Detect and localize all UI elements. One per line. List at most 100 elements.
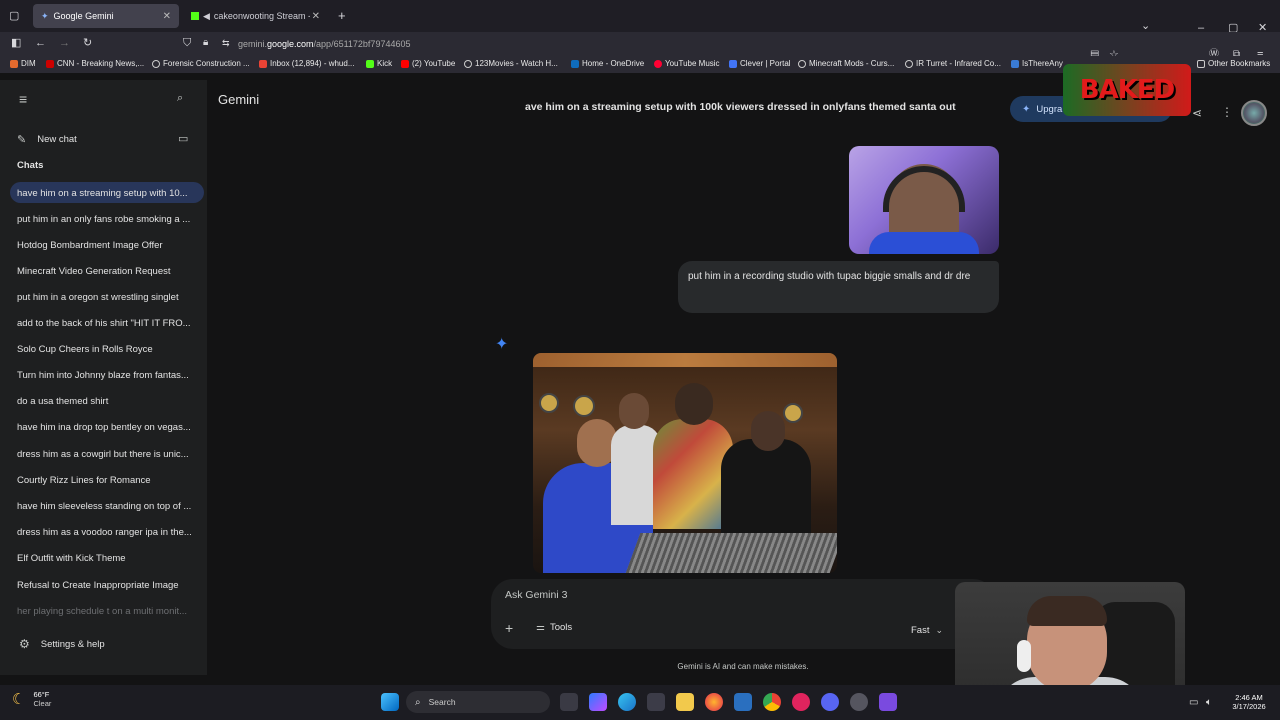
url-domain: google.com [267,39,314,49]
volume-icon[interactable]: 🔈︎ [1206,697,1212,708]
chat-item[interactable]: add to the back of his shirt "HIT IT FRO… [17,318,197,329]
bookmark-forensic[interactable]: Forensic Construction ... [152,59,250,68]
temporary-chat-icon[interactable]: ▭ [178,132,188,145]
tools-label: Tools [549,622,573,633]
weather-widget[interactable]: ☾ 66°F Clear [12,690,51,708]
back-icon[interactable]: ← [35,37,46,49]
gemini-sidebar: ≡ ⌕ ✎ New chat ▭ Chats have him on a str… [0,80,207,675]
avatar[interactable] [1241,100,1267,126]
shirt-shape [869,232,979,254]
edge-icon[interactable] [618,693,636,711]
settings-label: Settings & help [40,638,105,650]
photos-icon[interactable] [734,693,752,711]
chat-item[interactable]: her playing schedule t on a multi monit.… [17,606,197,617]
close-tab-icon[interactable]: ✕ [163,11,171,22]
bookmark-youtube[interactable]: (2) YouTube [401,59,455,68]
app-title[interactable]: Gemini [218,92,259,107]
chat-item[interactable]: Solo Cup Cheers in Rolls Royce [17,344,197,355]
forward-icon[interactable]: → [59,37,70,49]
copilot-icon[interactable] [589,693,607,711]
add-attachment-icon[interactable]: + [505,620,513,636]
bookmark-icon [1011,59,1019,68]
discord-icon[interactable] [821,693,839,711]
bookmark-label: (2) YouTube [412,59,456,68]
bookmark-cnn[interactable]: CNN - Breaking News,... [46,59,144,68]
clock[interactable]: 2:46 AM 3/17/2026 [1224,693,1274,711]
bookmark-123movies[interactable]: 123Movies - Watch H... [464,59,558,68]
prompt-input[interactable]: Ask Gemini 3 [505,589,975,601]
other-bookmarks[interactable]: Other Bookmarks [1197,59,1270,68]
bookmark-label: IR Turret - Infrared Co... [916,59,1001,68]
chat-item[interactable]: Courtly Rizz Lines for Romance [17,475,197,486]
uploaded-image[interactable] [849,146,999,254]
bookmark-label: Clever | Portal [740,59,791,68]
more-options-icon[interactable]: ⋮ [1221,105,1233,119]
bookmark-dim[interactable]: DIM [10,59,36,68]
bookmark-isthereany[interactable]: IsThereAny [1011,59,1063,68]
generated-image[interactable] [533,353,837,573]
url-field[interactable]: gemini. google.com/app/651172bf79744605 [238,35,538,53]
share-icon[interactable]: ⋖ [1192,106,1202,120]
chat-item[interactable]: have him sleeveless standing on top of .… [17,501,197,512]
bookmark-onedrive[interactable]: Home - OneDrive [571,59,644,68]
tab-overflow-icon[interactable]: ⌄ [1141,20,1150,32]
task-view-icon[interactable] [560,693,578,711]
overlay-logo-text: BAKED [1079,75,1175,105]
upgrade-label: Upgra [1036,103,1063,115]
chat-item[interactable]: Minecraft Video Generation Request [17,266,197,277]
chat-item[interactable]: Turn him into Johnny blaze from fantas..… [17,370,197,381]
url-prefix: gemini. [238,39,268,49]
chat-item[interactable]: dress him as a cowgirl but there is unic… [17,449,197,460]
media-player-icon[interactable] [792,693,810,711]
taskbar-search[interactable]: ⌕ Search [406,691,550,713]
search-icon[interactable]: ⌕ [177,92,183,105]
settings-icon[interactable] [850,693,868,711]
chrome-icon[interactable] [763,693,781,711]
new-chat-button[interactable]: ✎ New chat [17,131,187,147]
chat-item[interactable]: put him in a oregon st wrestling singlet [17,292,197,303]
url-path: /app/651172bf79744605 [313,39,411,49]
chat-item[interactable]: do a usa themed shirt [17,396,197,407]
sidebar-toggle-icon[interactable]: ◧ [11,37,21,49]
weather-text: 66°F Clear [33,690,51,708]
new-tab-icon[interactable]: + [338,9,346,22]
person-head [675,383,713,425]
bookmark-clever[interactable]: Clever | Portal [729,59,791,68]
snipping-tool-icon[interactable] [879,693,897,711]
bookmark-ir-turret[interactable]: IR Turret - Infrared Co... [905,59,1001,68]
firefox-icon[interactable] [705,693,723,711]
chat-item[interactable]: put him in an only fans robe smoking a .… [17,214,197,225]
chat-item[interactable]: Elf Outfit with Kick Theme [17,553,197,564]
chat-item[interactable]: Hotdog Bombardment Image Offer [17,240,197,251]
headphones-shape [883,166,965,212]
chat-item[interactable]: have him ina drop top bentley on vegas..… [17,422,197,433]
globe-icon [464,59,472,68]
model-mode-select[interactable]: Fast ⌄ [911,625,943,636]
store-icon[interactable] [647,693,665,711]
bookmark-youtube-music[interactable]: YouTube Music [654,59,720,68]
bookmark-label: Kick [377,59,393,68]
globe-icon [152,59,160,68]
chat-item[interactable]: have him on a streaming setup with 10... [17,188,197,199]
monitor-icon[interactable]: ▭ [1189,697,1198,708]
chat-item[interactable]: dress him as a voodoo ranger ipa in the.… [17,527,197,538]
shield-icon[interactable]: ⛉ [183,37,191,49]
bookmark-minecraft[interactable]: Minecraft Mods - Curs... [798,59,894,68]
bookmark-inbox[interactable]: Inbox (12,894) - whud... [259,59,355,68]
hamburger-menu-icon[interactable]: ≡ [19,91,27,107]
speaker-icon[interactable]: ◀ [203,11,210,22]
tab-google-gemini[interactable]: ✦ Google Gemini ✕ [33,4,179,28]
windows-start-icon[interactable] [381,693,399,711]
close-tab-icon[interactable]: ✕ [312,11,320,22]
user-message-text: put him in a recording studio with tupac… [688,271,971,282]
chat-item[interactable]: Refusal to Create Inappropriate Image [17,580,197,591]
settings-help-button[interactable]: ⚙ Settings & help [19,637,189,651]
tab-kick-stream[interactable]: ◀ cakeonwooting Stream - W ✕ [183,4,328,28]
tab-list-icon[interactable]: ▢ [9,10,19,22]
reload-icon[interactable]: ↻ [83,37,92,49]
permissions-icon[interactable]: ⇆ [222,37,230,49]
tools-button[interactable]: ⚌ Tools [536,622,572,633]
file-explorer-icon[interactable] [676,693,694,711]
lock-icon[interactable]: 🔒︎ [203,37,208,49]
bookmark-kick[interactable]: Kick [366,59,392,68]
